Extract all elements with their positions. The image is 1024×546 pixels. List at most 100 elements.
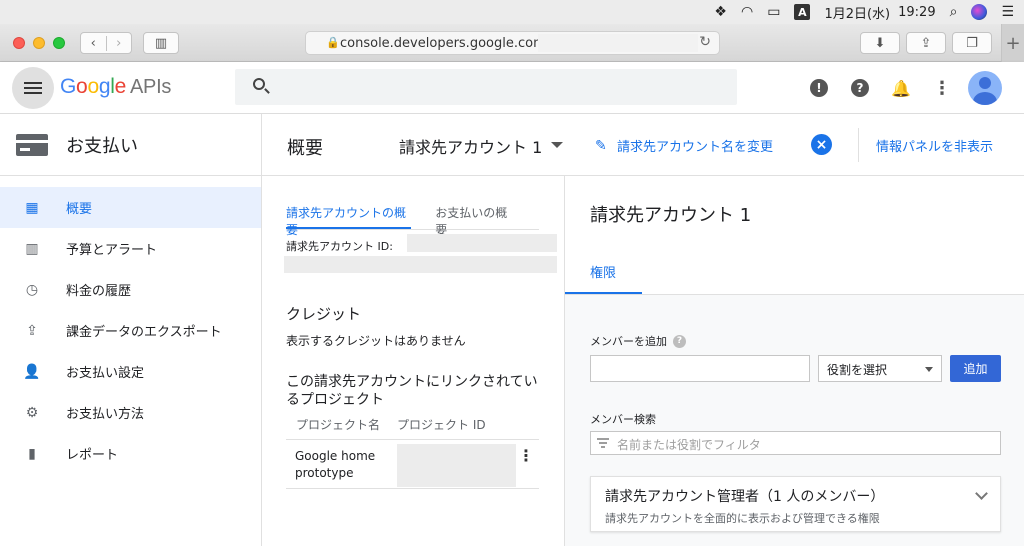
member-input[interactable] <box>590 355 810 382</box>
help-icon[interactable]: ? <box>851 79 869 97</box>
tab-permissions[interactable]: 権限 <box>565 254 642 294</box>
reload-icon[interactable]: ↻ <box>699 34 711 50</box>
sidebar-item-label: レポート <box>66 448 119 463</box>
role-select-value: 役割を選択 <box>827 363 888 377</box>
airplay-icon[interactable]: ▭ <box>767 4 780 20</box>
sidebar-item-settings[interactable]: 👤 お支払い設定 <box>0 351 261 392</box>
column-header-project-id: プロジェクト ID <box>397 418 486 432</box>
redacted-area <box>284 256 557 273</box>
sidebar-item-export[interactable]: ⇪ 課金データのエクスポート <box>0 310 261 351</box>
downloads-icon[interactable]: ⬇ <box>860 32 900 54</box>
siri-icon[interactable] <box>971 4 988 20</box>
overview-column: 請求先アカウントの概要 お支払いの概要 請求先アカウント ID: クレジット 表… <box>262 176 565 546</box>
role-select[interactable]: 役割を選択 <box>818 355 942 382</box>
more-vert-icon[interactable]: ⋮ <box>933 78 951 99</box>
column-header-project-name: プロジェクト名 <box>296 418 381 432</box>
billing-sidebar: お支払い ▦ 概要 ▥ 予算とアラート ◷ 料金の履歴 ⇪ 課金データのエクスポ… <box>0 114 262 546</box>
search-icon <box>253 78 265 90</box>
page-header: 概要 請求先アカウント 1 ✎ 請求先アカウント名を変更 × 情報パネルを非表示 <box>262 114 1024 176</box>
rename-label: 請求先アカウント名を変更 <box>617 140 774 155</box>
bar-chart-icon: ▮ <box>28 445 36 462</box>
role-card-title: 請求先アカウント管理者（1 人のメンバー） <box>605 489 885 505</box>
menubar-date[interactable]: 1月2日(水) <box>824 3 890 22</box>
gear-icon: ⚙ <box>25 404 39 421</box>
back-icon[interactable]: ‹ <box>81 35 107 51</box>
redacted-area <box>538 34 698 52</box>
more-vert-icon[interactable]: ⋮ <box>518 446 534 465</box>
mac-menubar: ❖ ◠ ▭ A 1月2日(水) 19:29 ⌕ ☰ <box>0 0 1024 24</box>
sidebar-item-overview[interactable]: ▦ 概要 <box>0 187 261 228</box>
sidebar-item-label: 概要 <box>66 202 93 217</box>
member-search-label: メンバー検索 <box>590 413 656 426</box>
info-panel: 請求先アカウント 1 権限 メンバーを追加 ? 役割を選択 追加 メンバー検索 … <box>565 176 1024 546</box>
add-member-label: メンバーを追加 ? <box>590 333 686 349</box>
help-icon[interactable]: ? <box>673 334 686 348</box>
zoom-window-button[interactable] <box>53 37 65 49</box>
sidebar-item-payment-method[interactable]: ⚙ お支払い方法 <box>0 392 261 433</box>
project-name-cell: Google home prototype <box>295 449 376 480</box>
sidebar-title: お支払い <box>0 114 261 176</box>
redacted-area <box>397 444 516 487</box>
add-member-label-text: メンバーを追加 <box>590 335 667 348</box>
app-header: Google APIs ! ? 🔔 ⋮ <box>0 62 1024 114</box>
forward-icon[interactable]: › <box>107 36 132 51</box>
menu-icon[interactable] <box>12 67 54 109</box>
dropbox-icon[interactable]: ❖ <box>714 4 727 20</box>
bell-icon[interactable]: 🔔 <box>891 79 911 98</box>
redacted-area <box>407 234 557 252</box>
sidebar-item-label: お支払い方法 <box>66 407 145 422</box>
close-window-button[interactable] <box>13 37 25 49</box>
menubar-time[interactable]: 19:29 <box>898 5 935 20</box>
alert-icon[interactable]: ! <box>810 79 828 97</box>
export-icon: ⇪ <box>26 322 38 339</box>
credits-empty-text: 表示するクレジットはありません <box>286 334 466 348</box>
tab-payment-overview[interactable]: お支払いの概要 <box>435 200 515 237</box>
hide-info-panel-link[interactable]: 情報パネルを非表示 <box>876 136 993 155</box>
chevron-down-icon[interactable] <box>551 142 563 148</box>
share-icon[interactable]: ⇪ <box>906 32 946 54</box>
sidebar-title-label: お支払い <box>66 135 138 157</box>
browser-toolbar: ‹ › ▥ 🔒 console.developers.google.com/ ↻… <box>0 24 1024 62</box>
input-source-icon[interactable]: A <box>794 4 811 20</box>
credits-heading: クレジット <box>286 305 362 323</box>
account-id-label: 請求先アカウント ID: <box>286 240 393 253</box>
list-icon[interactable]: ☰ <box>1001 4 1014 20</box>
url-text: console.developers.google.com/ <box>340 35 551 51</box>
tab-account-overview[interactable]: 請求先アカウントの概要 <box>286 200 412 237</box>
table-row[interactable]: Google home prototype ⋮ <box>286 440 539 489</box>
sidebar-toggle-icon[interactable]: ▥ <box>143 32 179 54</box>
member-filter-input[interactable]: 名前または役割でフィルタ <box>590 431 1001 455</box>
logo-apis-text: APIs <box>129 76 172 98</box>
google-apis-logo[interactable]: Google APIs <box>60 75 171 99</box>
chevron-down-icon <box>925 367 933 372</box>
spotlight-search-icon[interactable]: ⌕ <box>950 4 958 20</box>
role-card-billing-admin[interactable]: 請求先アカウント管理者（1 人のメンバー） 請求先アカウントを全面的に表示および… <box>590 476 1001 532</box>
chevron-down-icon[interactable] <box>975 487 988 500</box>
address-bar[interactable]: 🔒 console.developers.google.com/ ↻ <box>305 31 720 55</box>
sidebar-item-history[interactable]: ◷ 料金の履歴 <box>0 269 261 310</box>
linked-projects-heading: この請求先アカウントにリンクされているプロジェクト <box>286 374 538 408</box>
minimize-window-button[interactable] <box>33 37 45 49</box>
avatar[interactable] <box>968 71 1002 105</box>
rename-account-link[interactable]: ✎ 請求先アカウント名を変更 <box>595 136 774 156</box>
account-selector[interactable]: 請求先アカウント 1 <box>399 134 542 158</box>
close-icon[interactable]: × <box>811 134 832 155</box>
sidebar-item-reports[interactable]: ▮ レポート <box>0 433 261 474</box>
wifi-icon[interactable]: ◠ <box>741 4 753 20</box>
pencil-icon: ✎ <box>595 137 607 154</box>
sidebar-item-label: 予算とアラート <box>66 243 158 258</box>
page-title: 概要 <box>287 138 323 159</box>
new-tab-icon[interactable]: + <box>1001 24 1024 62</box>
sidebar-item-label: 料金の履歴 <box>66 284 132 299</box>
sidebar-item-budgets[interactable]: ▥ 予算とアラート <box>0 228 261 269</box>
sidebar-item-label: 課金データのエクスポート <box>66 325 222 340</box>
divider <box>858 128 859 162</box>
person-icon: 👤 <box>23 363 41 380</box>
tabs-overview-icon[interactable]: ❐ <box>952 32 992 54</box>
divider <box>565 294 1024 295</box>
budget-icon: ▥ <box>25 240 39 257</box>
search-input[interactable] <box>235 69 737 105</box>
lock-icon: 🔒 <box>326 36 340 49</box>
add-member-button[interactable]: 追加 <box>950 355 1001 382</box>
info-panel-title: 請求先アカウント 1 <box>590 205 752 226</box>
